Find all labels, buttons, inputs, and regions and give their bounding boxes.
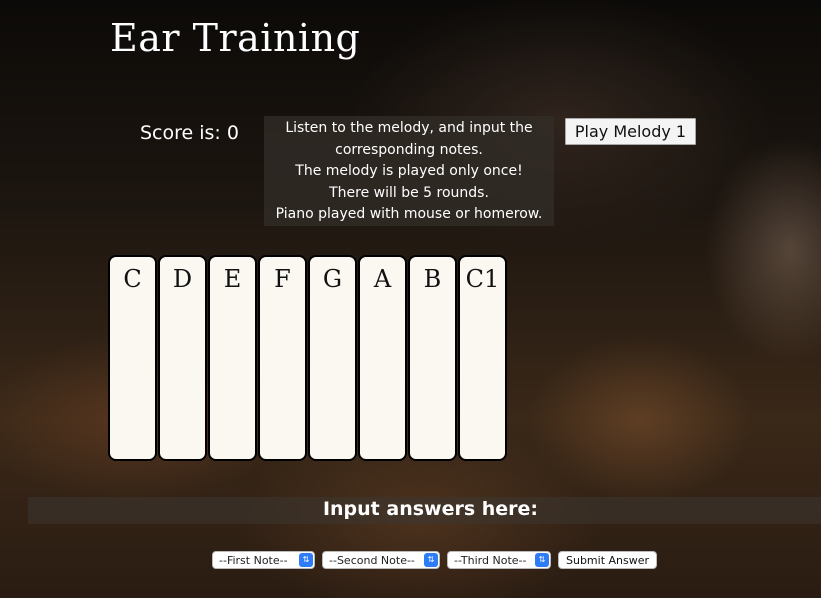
piano-key-c1[interactable]: C1 [458,255,507,461]
piano-key-a[interactable]: A [358,255,407,461]
third-note-select[interactable]: --Third Note-- ⇅ [447,551,551,569]
piano-key-b[interactable]: B [408,255,457,461]
page-title: Ear Training [110,16,361,60]
submit-answer-button[interactable]: Submit Answer [558,551,658,569]
piano-key-d[interactable]: D [158,255,207,461]
first-note-select[interactable]: --First Note-- ⇅ [212,551,315,569]
instruction-line: Listen to the melody, and input the [285,120,533,136]
answer-controls: --First Note-- ⇅ --Second Note-- ⇅ --Thi… [212,551,658,569]
up-down-chevron-icon: ⇅ [424,553,438,567]
piano-key-c[interactable]: C [108,255,157,461]
instruction-line: The melody is played only once! [295,163,523,179]
score-display: Score is: 0 [140,122,239,144]
piano-keyboard: C D E F G A B C1 [108,255,507,461]
play-melody-button[interactable]: Play Melody 1 [565,118,696,145]
answer-heading: Input answers here: [322,498,539,520]
piano-key-f[interactable]: F [258,255,307,461]
instruction-line: Piano played with mouse or homerow. [275,206,543,222]
instruction-line: There will be 5 rounds. [329,184,489,201]
second-note-select[interactable]: --Second Note-- ⇅ [322,551,440,569]
third-note-value: --Third Note-- [454,553,527,567]
piano-key-e[interactable]: E [208,255,257,461]
up-down-chevron-icon: ⇅ [535,553,549,567]
first-note-value: --First Note-- [219,553,288,567]
up-down-chevron-icon: ⇅ [299,553,313,567]
instructions-panel: Listen to the melody, and input the corr… [264,116,554,226]
piano-key-g[interactable]: G [308,255,357,461]
second-note-value: --Second Note-- [329,553,415,567]
instruction-line: corresponding notes. [335,141,483,158]
